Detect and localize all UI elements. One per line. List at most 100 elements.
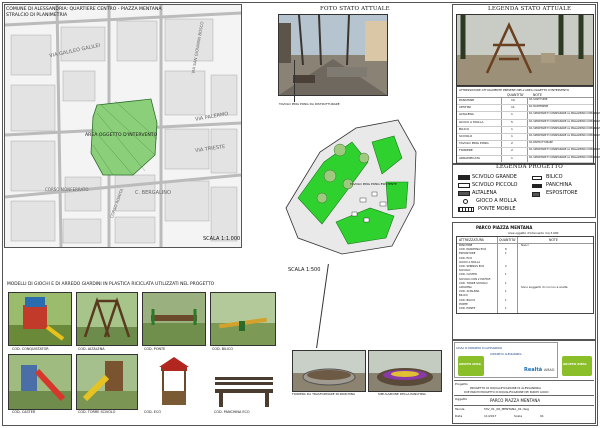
parco-row-note: Nuovi xyxy=(521,244,529,247)
stato-row-name: ARRAMPICATA xyxy=(459,155,480,160)
model-photo-panchina-eco xyxy=(210,372,278,410)
playground-photo xyxy=(456,14,594,86)
col-header: NOTE xyxy=(549,238,558,242)
scivolo-grande-icon xyxy=(458,175,470,180)
logo-realta: Realtà xyxy=(524,367,543,373)
parco-title: PARCO PIAZZA MENTANA xyxy=(476,225,533,230)
model-photo-bilico xyxy=(210,292,276,346)
ponte-mobile-icon xyxy=(458,207,474,212)
park-plan xyxy=(285,119,417,255)
area-label: AREA OGGETTO D'INTERVENTO xyxy=(85,133,158,138)
stato-row-qty: 2 xyxy=(511,141,513,146)
logo-amag: AMAG xyxy=(544,368,555,372)
legend-stato-table: ATTREZZATURE ATTUALMENTE PRESENTI NELL'A… xyxy=(456,86,600,164)
stato-row-qty: 11 xyxy=(511,105,515,110)
photo-title: FOTO STATO ATTUALE xyxy=(320,6,390,12)
stato-row-name: ALTALENA xyxy=(459,112,474,117)
plan-pointer-line xyxy=(294,60,296,102)
legend-stato-table-title: ATTREZZATURE ATTUALMENTE PRESENTI NELL'A… xyxy=(459,88,570,92)
stato-row-qty: 1 xyxy=(511,112,513,117)
col-header: QUANTITA' xyxy=(499,238,517,242)
model-caption: COD. CASTER xyxy=(12,410,36,414)
stato-row-name: FIORIERE xyxy=(459,148,473,153)
model-photo-conquistator xyxy=(8,292,72,346)
legend-item: SCIVOLO PICCOLO xyxy=(472,182,518,188)
stato-row-qty: 5 xyxy=(511,119,513,124)
date-label: Data xyxy=(455,414,463,418)
stato-row-name: GIOCO A MOLLA xyxy=(459,119,484,124)
stato-row-name: TAVOLO PING PONG xyxy=(459,141,489,146)
model-caption: COD. PANCHINA ECO xyxy=(214,410,250,414)
stato-row-note: DA SMONTARE E CONSEGNARE AL MAGAZZINO CO… xyxy=(529,112,600,116)
logo-cassa: CASSA DI RISPARMIO DI ALESSANDRIA xyxy=(456,347,503,350)
model-photo-ponte xyxy=(142,292,206,346)
legend-item: PANCHINA xyxy=(546,182,572,188)
street-label: C. BERGALINO xyxy=(135,190,171,196)
espositore-icon xyxy=(532,192,540,197)
col-header: ATTREZZATURA xyxy=(459,238,484,242)
panchina-icon xyxy=(532,184,542,188)
stato-row-note: DA MANTENERE xyxy=(529,105,549,109)
stato-row-name: SCIVOLO xyxy=(459,134,473,138)
project-label: Progetto xyxy=(455,382,468,386)
map-scale: SCALA 1:1.000 xyxy=(203,236,241,242)
stato-row-note: DA SMONTARE E CONSEGNARE AL MAGAZZINO CO… xyxy=(529,119,600,123)
stato-row-qty: 2 xyxy=(511,148,513,153)
stato-row-note: DA SMONTARE E CONSEGNARE AL MAGAZZINO CO… xyxy=(529,134,600,137)
legend-item: ALTALENA xyxy=(472,190,497,196)
model-caption: COD. ECO xyxy=(144,410,161,414)
date-text: 11/2017 xyxy=(484,414,497,418)
bilico-icon xyxy=(532,176,542,180)
model-caption: COD. BILICO xyxy=(212,347,234,351)
fioriera-photo xyxy=(292,350,366,392)
tav-text: TAV_01_06_MENTANA_01.dwg xyxy=(484,407,529,411)
model-caption: COD. PONTE xyxy=(144,347,166,351)
stato-row-name: CESTINI xyxy=(459,105,471,110)
legend-item: BILICO xyxy=(546,174,563,180)
gruppo-amag-text: GRUPPO AMAG xyxy=(459,363,481,366)
gioco-molla-icon xyxy=(463,199,468,204)
model-caption: COD. TORRE SCIVOLO xyxy=(78,410,116,414)
ping-pong-note-2: TAVOLO PING PONG ESISTENTE xyxy=(350,182,397,186)
legend-item: ESPOSITORE xyxy=(546,190,578,196)
model-photo-eco xyxy=(156,354,192,410)
logo-comune: COMUNE DI ALESSANDRIA xyxy=(490,353,522,356)
city-map xyxy=(5,5,241,247)
parco-row-qty: 1 xyxy=(505,307,507,310)
model-caption: COD. CONQUISTATOR xyxy=(12,347,49,351)
stato-row-qty: 1 xyxy=(511,134,513,138)
map-panel: COMUNE DI ALESSANDRIA: QUARTIERE CENTRO … xyxy=(4,4,242,248)
stato-row-qty: 1 xyxy=(511,155,513,160)
scale-label: Scala xyxy=(514,414,523,418)
street-label: CORSO MONFERRATO xyxy=(45,187,89,192)
models-title: MODELLI DI GIOCHI E DI ARREDO GIARDINI I… xyxy=(7,282,215,287)
model-photo-caster xyxy=(8,354,72,410)
stato-row-qty: 1 xyxy=(511,126,513,131)
stato-row-name: PANCHINE xyxy=(459,98,475,102)
map-title: COMUNE DI ALESSANDRIA: QUARTIERE CENTRO … xyxy=(6,7,162,12)
parco-side-note: Sono suggeriti di cui non a scelta xyxy=(521,285,568,289)
stato-row-note: DA SMONTARE E CONSEGNARE AL MAGAZZINO CO… xyxy=(529,148,600,152)
legend-item: SCIVOLO GRANDE xyxy=(472,174,517,180)
parco-row-qty: 1 xyxy=(505,273,507,277)
stato-row-qty: 10 xyxy=(511,98,515,102)
fioriera-caption: FIORIERA DA TRASFORMARE IN PANCHINA xyxy=(292,392,356,396)
model-caption: COD. ALTALENA xyxy=(78,347,105,351)
map-subtitle: STRALCIO DI PLANIMETRIA xyxy=(6,13,68,18)
legend-item: PONTE MOBILE xyxy=(478,206,516,212)
parco-row-qty: 1 xyxy=(505,298,507,302)
tav-label: Tavola xyxy=(455,407,465,411)
stato-row-note: DA SMONTARE E CONSEGNARE AL MAGAZZINO CO… xyxy=(529,155,600,159)
parco-row-name: COD. PONTE xyxy=(459,307,476,310)
stato-row-note: DA SOSTITUIRE xyxy=(529,98,548,101)
parco-table: ATTREZZATURA QUANTITA' NOTE Sono suggeri… xyxy=(456,236,594,314)
simulazione-photo xyxy=(368,350,442,392)
stato-row-name: BILICO xyxy=(459,126,469,131)
gruppo-amag-text-2: GRUPPO AMAG xyxy=(563,362,587,366)
subject-text: PARCO PIAZZA MENTANA xyxy=(490,398,541,403)
parco-row-qty: 1 xyxy=(505,281,507,285)
legend-progetto-title: LEGENDA PROGETTO xyxy=(496,164,563,170)
sheet-number: 01 xyxy=(540,414,544,418)
model-photo-torre-scivolo xyxy=(76,354,138,410)
parco-row-qty: 1 xyxy=(505,252,507,256)
